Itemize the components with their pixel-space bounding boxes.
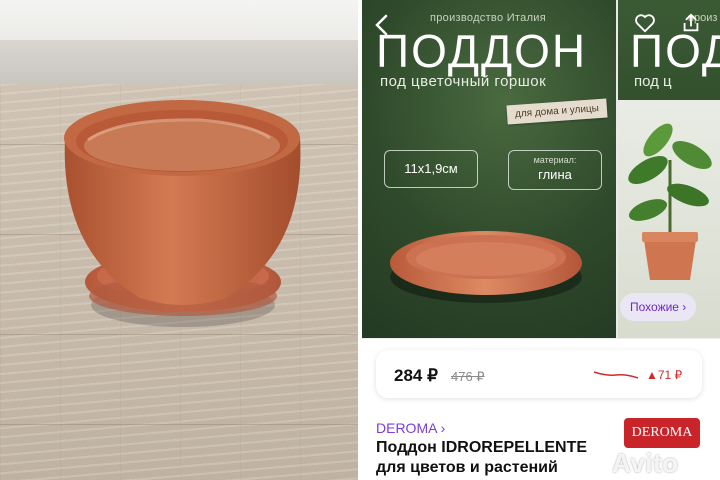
banner-title: ПОДДОН <box>376 25 588 77</box>
price-bar[interactable]: 284 ₽ 476 ₽ ▲71 ₽ <box>376 350 702 398</box>
carousel-slide-next[interactable]: произ ПОД под ц <box>616 0 720 338</box>
product-title: Поддон IDROREPELLENTE для цветов и расте… <box>376 439 588 476</box>
old-price: 476 ₽ <box>451 369 485 384</box>
current-price: 284 ₽ <box>394 366 438 385</box>
material-label: материал: <box>533 155 577 165</box>
brand-link[interactable]: DEROMA › <box>376 420 445 436</box>
share-icon[interactable] <box>680 12 702 34</box>
product-photo-pot[interactable] <box>0 0 362 480</box>
carousel-slide-main[interactable]: производство Италия ПОДДОН под цветочный… <box>362 0 614 338</box>
origin-label: производство Италия <box>430 12 546 24</box>
banner-subtitle: под цветочный горшок <box>380 73 547 90</box>
banner-divider <box>362 338 720 339</box>
material-value: глина <box>538 167 572 182</box>
image-gap <box>358 0 362 480</box>
usage-tag: для дома и улицы <box>506 98 608 125</box>
size-spec: 11х1,9см <box>384 150 478 188</box>
heart-icon[interactable] <box>634 12 656 34</box>
similar-items-button[interactable]: Похожие › <box>620 293 697 321</box>
product-image-carousel[interactable]: производство Италия ПОДДОН под цветочный… <box>362 0 720 338</box>
side-banner-subtitle: под ц <box>634 73 672 90</box>
brand-logo[interactable]: DEROMA <box>624 418 700 448</box>
listing-panel: производство Италия ПОДДОН под цветочный… <box>362 0 720 480</box>
terracotta-pot-illustration <box>64 100 301 327</box>
chevron-left-icon[interactable] <box>374 14 390 36</box>
avito-watermark: Avito <box>612 448 679 478</box>
price-change: ▲71 ₽ <box>646 368 683 382</box>
material-spec: материал: глина <box>508 150 602 190</box>
saucer-illustration <box>390 231 582 303</box>
price-trend-icon <box>593 371 639 379</box>
